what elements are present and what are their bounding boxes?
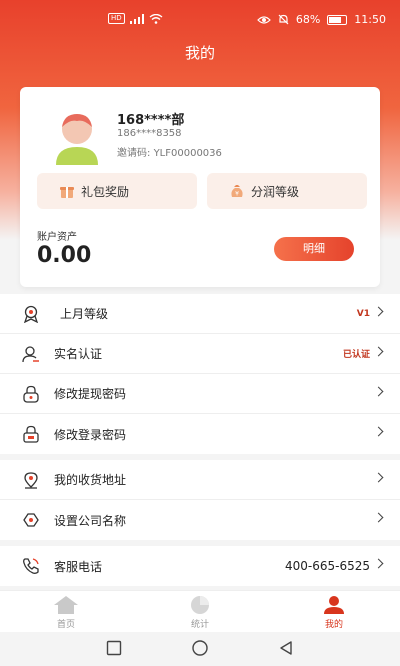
menu-label: 实名认证: [54, 347, 103, 361]
tab-label: 首页: [56, 620, 75, 630]
tab-home[interactable]: 首页: [36, 595, 96, 630]
menu-item-customer-service[interactable]: 客服电话 400-665-6525: [0, 546, 400, 586]
status-bar: HD 68% 11:50: [0, 0, 400, 42]
pie-chart-icon: [191, 596, 209, 614]
recent-apps-icon[interactable]: [106, 640, 122, 656]
profile-icon: [324, 596, 344, 614]
menu-label: 设置公司名称: [54, 513, 127, 528]
invite-code: 邀请码: YLF00000036: [117, 144, 222, 159]
company-icon: [23, 513, 39, 527]
menu-label: 客服电话: [54, 559, 103, 574]
clock: 11:50: [354, 13, 386, 26]
wifi-icon: [149, 13, 163, 24]
tab-label: 我的: [324, 620, 343, 630]
chevron-right-icon: [373, 472, 384, 483]
gift-reward-label: 礼包奖励: [81, 184, 130, 199]
eye-icon: [256, 15, 271, 24]
assets-label: 账户资产: [37, 232, 77, 243]
gift-icon: [60, 187, 74, 198]
back-icon[interactable]: [278, 640, 294, 656]
chevron-right-icon: [373, 346, 384, 357]
user-verify-icon: [22, 346, 39, 363]
menu-item-last-month-level[interactable]: 上月等级 V1: [0, 294, 400, 334]
profile-card: 168****部 186****8358 邀请码: YLF00000036 礼包…: [20, 87, 380, 287]
battery-percent: 68%: [295, 13, 321, 26]
chevron-right-icon: [373, 558, 384, 569]
home-nav-icon[interactable]: [191, 640, 209, 656]
menu-item-login-password[interactable]: 修改登录密码: [0, 414, 400, 454]
chevron-right-icon: [373, 386, 384, 397]
level-badge-icon: [23, 305, 39, 323]
tab-mine[interactable]: 我的: [304, 595, 364, 630]
profit-level-button[interactable]: ¥ 分润等级: [207, 173, 367, 209]
phone-number: 186****8358: [117, 128, 182, 139]
bottom-tab-bar: 首页 统计 我的: [0, 590, 400, 632]
menu-label: 修改提现密码: [54, 387, 127, 401]
menu-item-address[interactable]: 我的收货地址: [0, 460, 400, 500]
verified-status: 已认证: [342, 350, 370, 360]
gift-reward-button[interactable]: 礼包奖励: [37, 173, 197, 209]
lock-icon: [23, 385, 39, 403]
invite-label: 邀请码:: [117, 148, 151, 159]
page-title: 我的: [184, 44, 215, 62]
invite-code-value: YLF00000036: [153, 148, 222, 159]
menu-item-company-name[interactable]: 设置公司名称: [0, 500, 400, 540]
svg-text:¥: ¥: [235, 191, 239, 198]
level-value: V1: [356, 308, 370, 319]
detail-button[interactable]: 明细: [274, 237, 354, 261]
menu-label: 上月等级: [60, 307, 109, 321]
profit-level-label: 分润等级: [251, 184, 300, 199]
menu-group-account: 上月等级 V1 实名认证 已认证 修改提现密码 修改登录密码: [0, 294, 400, 454]
tab-statistics[interactable]: 统计: [170, 595, 230, 630]
signal-icon: [129, 13, 144, 24]
menu-label: 我的收货地址: [54, 473, 127, 487]
mute-bell-icon: [278, 14, 289, 25]
chevron-right-icon: [373, 426, 384, 437]
money-bag-icon: ¥: [231, 185, 243, 198]
padlock-icon: [23, 425, 39, 443]
menu-group-settings: 我的收货地址 设置公司名称: [0, 460, 400, 540]
avatar: [56, 114, 98, 165]
home-icon: [54, 596, 78, 614]
menu-item-withdraw-password[interactable]: 修改提现密码: [0, 374, 400, 414]
service-phone[interactable]: 400-665-6525: [285, 559, 370, 573]
chevron-right-icon: [373, 512, 384, 523]
battery-icon: [327, 14, 348, 25]
chevron-right-icon: [373, 306, 384, 317]
system-nav-bar: [0, 632, 400, 666]
username: 168****部: [117, 113, 185, 128]
phone-icon: [23, 558, 39, 574]
menu-label: 修改登录密码: [54, 427, 127, 442]
tab-label: 统计: [190, 620, 209, 630]
menu-group-service: 客服电话 400-665-6525: [0, 546, 400, 586]
location-icon: [24, 472, 38, 489]
hd-badge: HD: [108, 13, 125, 24]
menu-item-real-name[interactable]: 实名认证 已认证: [0, 334, 400, 374]
assets-value: 0.00: [37, 243, 92, 268]
